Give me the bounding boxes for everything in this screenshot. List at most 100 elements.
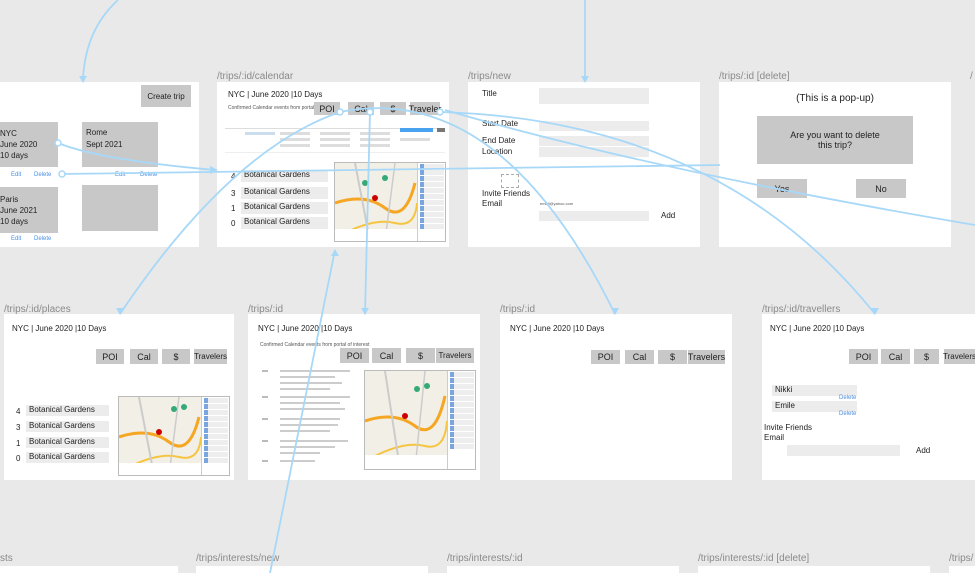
poi-button[interactable]: POI bbox=[591, 350, 620, 364]
email-value: email@yahoo.com bbox=[540, 201, 574, 206]
yes-button[interactable]: Yes bbox=[757, 179, 807, 198]
calendar-frame: NYC | June 2020 |10 Days Confirmed Calen… bbox=[217, 82, 449, 247]
money-button[interactable]: $ bbox=[658, 350, 687, 364]
route-new: /trips/new bbox=[468, 71, 511, 82]
poi-button[interactable]: POI bbox=[849, 349, 878, 364]
travelers-button[interactable]: Traveler bbox=[409, 102, 441, 115]
money-button[interactable]: $ bbox=[380, 102, 406, 115]
trip-card-date: June 2021 bbox=[0, 206, 38, 215]
route-calendar: /trips/:id/calendar bbox=[217, 71, 294, 82]
trip-title: NYC | June 2020 |10 Days bbox=[12, 324, 107, 333]
no-button[interactable]: No bbox=[856, 179, 906, 198]
arrowhead bbox=[331, 249, 339, 256]
place-name[interactable]: Botanical Gardens bbox=[241, 217, 328, 229]
trip-title: NYC | June 2020 |10 Days bbox=[770, 324, 865, 333]
edit-link[interactable]: Edit bbox=[11, 172, 21, 178]
interests-frame bbox=[0, 566, 178, 573]
place-name[interactable]: Botanical Gardens bbox=[241, 170, 328, 182]
travellers-frame: NYC | June 2020 |10 Days POI Cal $ Trave… bbox=[762, 314, 975, 480]
map-image[interactable] bbox=[364, 370, 476, 470]
trips-index-frame: Create trip NYC June 2020 10 days Rome S… bbox=[0, 82, 199, 247]
new-trip-frame: Title Start Date End Date Location Invit… bbox=[468, 82, 700, 247]
place-name[interactable]: Botanical Gardens bbox=[241, 202, 328, 214]
delete-question-text: Are you want to delete this trip? bbox=[790, 130, 880, 150]
bracket-icon bbox=[501, 174, 519, 188]
trip-card-title: Paris bbox=[0, 195, 19, 204]
trip-card-paris[interactable]: Paris June 2021 10 days bbox=[0, 187, 58, 233]
delete-link[interactable]: Delete bbox=[34, 236, 51, 242]
place-count: 3 bbox=[231, 189, 236, 198]
delete-popup-frame: (This is a pop-up) Are you want to delet… bbox=[719, 82, 951, 247]
trip-card-nyc[interactable]: NYC June 2020 10 days bbox=[0, 122, 58, 167]
place-count: 3 bbox=[16, 423, 21, 432]
delete-link[interactable]: Delete bbox=[34, 172, 51, 178]
map-legend bbox=[417, 163, 445, 241]
poi-button[interactable]: POI bbox=[96, 349, 124, 364]
trip-card-date: June 2020 bbox=[0, 140, 38, 149]
cal-button[interactable]: Cal bbox=[348, 102, 374, 115]
trip-card-title: Rome bbox=[86, 128, 108, 137]
map-image[interactable] bbox=[118, 396, 230, 476]
trip-card-length: 10 days bbox=[0, 151, 29, 160]
add-button[interactable]: Add bbox=[916, 446, 930, 455]
travelers-button[interactable]: Travelers bbox=[688, 350, 725, 364]
place-count: 4 bbox=[231, 172, 236, 181]
invite-friends-label: Invite Friends bbox=[764, 423, 813, 432]
poi-button[interactable]: POI bbox=[314, 102, 340, 115]
title-label: Title bbox=[482, 89, 497, 98]
invite-friends-label: Invite Friends bbox=[482, 189, 531, 198]
email-label: Email bbox=[764, 433, 785, 442]
delete-link[interactable]: Delete bbox=[839, 411, 856, 417]
interests-id-frame bbox=[447, 566, 679, 573]
email-input[interactable] bbox=[787, 445, 900, 456]
place-name[interactable]: Botanical Gardens bbox=[26, 405, 109, 416]
map-legend bbox=[201, 397, 229, 475]
route-interests-cut: /trips/ bbox=[949, 553, 974, 564]
cal-button[interactable]: Cal bbox=[881, 349, 910, 364]
interests-cut-frame bbox=[949, 566, 975, 573]
route-delete: /trips/:id [delete] bbox=[719, 71, 790, 82]
trip-card-rome[interactable]: Rome Sept 2021 bbox=[82, 122, 158, 167]
place-name[interactable]: Botanical Gardens bbox=[241, 187, 328, 199]
edit-link[interactable]: Edit bbox=[115, 172, 125, 178]
cal-button[interactable]: Cal bbox=[130, 349, 158, 364]
trip-title: NYC | June 2020 |10 Days bbox=[228, 90, 323, 99]
start-date-input[interactable] bbox=[539, 121, 649, 131]
delete-link[interactable]: Delete bbox=[140, 172, 157, 178]
email-input[interactable] bbox=[539, 211, 649, 221]
money-button[interactable]: $ bbox=[406, 348, 435, 363]
place-count: 4 bbox=[16, 407, 21, 416]
flow-arrow bbox=[82, 0, 119, 81]
end-date-label: End Date bbox=[482, 136, 516, 145]
title-input[interactable] bbox=[539, 88, 649, 104]
place-name[interactable]: Botanical Gardens bbox=[26, 421, 109, 432]
end-date-input[interactable] bbox=[539, 136, 649, 146]
cal-button[interactable]: Cal bbox=[372, 348, 401, 363]
place-name[interactable]: Botanical Gardens bbox=[26, 452, 109, 463]
calendar-grid bbox=[225, 122, 445, 158]
place-count: 0 bbox=[231, 219, 236, 228]
create-trip-button[interactable]: Create trip bbox=[141, 85, 191, 107]
add-button[interactable]: Add bbox=[661, 211, 675, 220]
cal-button[interactable]: Cal bbox=[625, 350, 654, 364]
travelers-button[interactable]: Travelers bbox=[194, 349, 227, 364]
place-count: 1 bbox=[231, 204, 236, 213]
route-interests-delete: /trips/interests/:id [delete] bbox=[698, 553, 810, 564]
location-input[interactable] bbox=[539, 147, 649, 157]
poi-button[interactable]: POI bbox=[340, 348, 369, 363]
event-list bbox=[262, 368, 357, 468]
trip-card-empty[interactable] bbox=[82, 185, 158, 231]
map-image[interactable] bbox=[334, 162, 446, 242]
travelers-button[interactable]: Travelers bbox=[436, 348, 474, 363]
route-cut: / bbox=[970, 71, 973, 82]
place-name[interactable]: Botanical Gardens bbox=[26, 437, 109, 448]
edit-link[interactable]: Edit bbox=[11, 236, 21, 242]
trip-card-title: NYC bbox=[0, 129, 17, 138]
money-button[interactable]: $ bbox=[914, 349, 939, 364]
route-interests: sts bbox=[0, 553, 13, 564]
places-frame: NYC | June 2020 |10 Days POI Cal $ Trave… bbox=[4, 314, 234, 480]
trip-title: NYC | June 2020 |10 Days bbox=[510, 324, 605, 333]
money-button[interactable]: $ bbox=[162, 349, 190, 364]
travelers-button[interactable]: Travelers bbox=[943, 349, 975, 364]
location-label: Location bbox=[482, 147, 513, 156]
